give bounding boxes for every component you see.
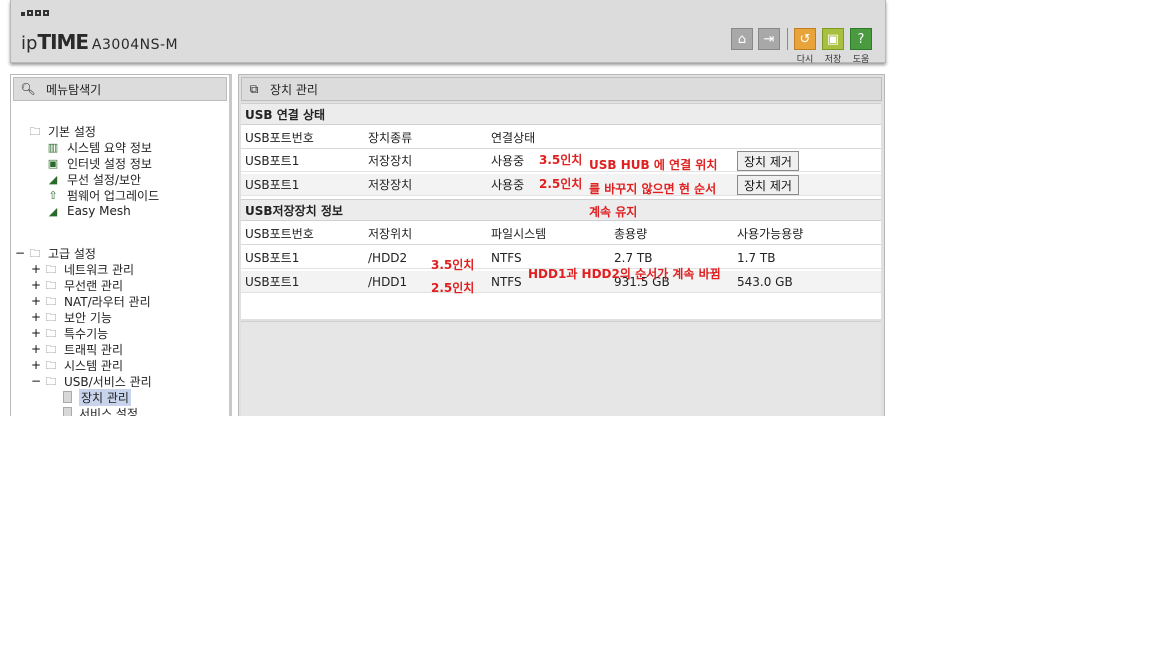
menu-explorer-title: 메뉴탐색기 <box>46 82 102 97</box>
folder-icon: 🗀 <box>45 278 57 292</box>
lock-folder-icon: 🗀 <box>45 310 57 324</box>
menu-explorer-header: 🔍︎ 메뉴탐색기 <box>13 77 227 101</box>
tree-item-wlan[interactable]: + 🗀 무선랜 관리 <box>31 277 123 293</box>
expand-toggle[interactable]: + <box>31 262 41 276</box>
upgrade-icon: ⇧ <box>48 188 58 202</box>
folder-icon: 🗀 <box>29 124 41 138</box>
folder-icon: 🗀 <box>45 358 57 372</box>
annotation-note-order: 를 바꾸지 않으면 현 순서 <box>589 182 717 196</box>
wifi-icon: ◢ <box>48 172 58 186</box>
folder-icon: 🗀 <box>45 342 57 356</box>
annotation-note-keep: 계속 유지 <box>589 205 638 219</box>
model-name: A3004NS-M <box>91 37 179 53</box>
save-icon[interactable]: ▣ <box>822 28 844 50</box>
tree-item-service-settings[interactable]: 서비스 설정 <box>63 405 138 416</box>
toolbar-divider <box>787 28 788 50</box>
tree-item-system-summary[interactable]: ▥ 시스템 요약 정보 <box>45 139 152 155</box>
router-admin-window: ipTIME A3004NS-M ⌂ ⇥ ↺ 다시 ▣ 저장 ? 도움 🔍︎ 메… <box>0 0 890 416</box>
usb-status-header-row: USB포트번호 장치종류 연결상태 <box>241 127 881 149</box>
expand-toggle[interactable]: + <box>31 278 41 292</box>
header-toolbar: ⌂ ⇥ ↺ 다시 ▣ 저장 ? 도움 <box>731 28 878 65</box>
annotation-25-inch: 2.5인치 <box>539 177 583 191</box>
collapse-toggle[interactable]: − <box>31 374 41 388</box>
tree-advanced-settings[interactable]: − 🗀 고급 설정 <box>15 245 96 261</box>
page-title: 장치 관리 <box>270 82 318 97</box>
folder-icon: 🗀 <box>45 326 57 340</box>
tree-item-traffic[interactable]: + 🗀 트래픽 관리 <box>31 341 123 357</box>
folder-icon: 🗀 <box>45 294 57 308</box>
folder-icon: 🗀 <box>45 262 57 276</box>
remove-device-button[interactable]: 장치 제거 <box>737 175 799 195</box>
monitor-icon: ▣ <box>47 156 59 170</box>
page-icon <box>63 407 72 416</box>
help-button[interactable]: ? 도움 <box>850 28 872 65</box>
expand-toggle[interactable]: + <box>31 310 41 324</box>
tree-basic-settings[interactable]: 🗀 기본 설정 <box>27 123 96 139</box>
annotation-note-swap: HDD1과 HDD2의 순서가 계속 바뀜 <box>528 267 721 281</box>
device-content: USB 연결 상태 USB포트번호 장치종류 연결상태 USB포트1 저장장치 … <box>241 103 881 319</box>
tree-item-firmware-upgrade[interactable]: ⇧ 펌웨어 업그레이드 <box>45 187 159 203</box>
folder-icon: 🗀 <box>29 246 41 260</box>
section-storage-info: USB저장장치 정보 <box>241 199 881 221</box>
tree-item-network[interactable]: + 🗀 네트워크 관리 <box>31 261 134 277</box>
tree-item-special[interactable]: + 🗀 특수기능 <box>31 325 108 341</box>
usb-folder-icon: 🗀 <box>45 374 57 388</box>
reload-icon[interactable]: ↺ <box>794 28 816 50</box>
storage-header-row: USB포트번호 저장위치 파일시스템 총용량 사용가능용량 <box>241 223 881 245</box>
logout-icon[interactable]: ⇥ <box>758 28 780 50</box>
annotation-25-inch: 2.5인치 <box>431 281 475 295</box>
tree-item-nat-router[interactable]: + 🗀 NAT/라우터 관리 <box>31 293 151 309</box>
annotation-note-hub: USB HUB 에 연결 위치 <box>589 158 718 172</box>
reload-label: 다시 <box>796 55 814 65</box>
reload-button[interactable]: ↺ 다시 <box>794 28 816 65</box>
logo-mark <box>21 10 49 16</box>
help-icon[interactable]: ? <box>850 28 872 50</box>
tree-item-system[interactable]: + 🗀 시스템 관리 <box>31 357 123 373</box>
home-icon[interactable]: ⌂ <box>731 28 753 50</box>
save-button[interactable]: ▣ 저장 <box>822 28 844 65</box>
mesh-icon: ◢ <box>48 204 58 218</box>
save-label: 저장 <box>824 55 842 65</box>
annotation-35-inch: 3.5인치 <box>539 153 583 167</box>
tree-item-security[interactable]: + 🗀 보안 기능 <box>31 309 112 325</box>
bar-chart-icon: ▥ <box>47 140 59 154</box>
tree-item-usb-service[interactable]: − 🗀 USB/서비스 관리 <box>31 373 152 389</box>
main-panel-header: ⧉ 장치 관리 <box>241 77 882 101</box>
expand-toggle[interactable]: + <box>31 294 41 308</box>
menu-explorer: 🔍︎ 메뉴탐색기 🗀 기본 설정 ▥ 시스템 요약 정보 ▣ 인터넷 설정 정보… <box>10 74 232 416</box>
magnifier-icon: 🔍︎ <box>20 82 36 96</box>
tree-item-internet-info[interactable]: ▣ 인터넷 설정 정보 <box>45 155 152 171</box>
remove-device-button[interactable]: 장치 제거 <box>737 151 799 171</box>
expand-toggle[interactable]: + <box>31 342 41 356</box>
tree-item-device-management[interactable]: 장치 관리 <box>63 388 131 406</box>
empty-panel-area <box>241 321 881 416</box>
expand-toggle[interactable]: + <box>31 326 41 340</box>
page-icon <box>63 391 72 403</box>
tree-item-wireless-security[interactable]: ◢ 무선 설정/보안 <box>45 171 141 187</box>
annotation-35-inch: 3.5인치 <box>431 258 475 272</box>
section-usb-status: USB 연결 상태 <box>241 103 881 125</box>
expand-toggle[interactable]: + <box>31 358 41 372</box>
collapse-toggle[interactable]: − <box>15 246 25 260</box>
brand-logo: ipTIME A3004NS-M <box>21 30 179 54</box>
windows-icon: ⧉ <box>249 81 259 96</box>
help-label: 도움 <box>852 55 870 65</box>
header-bar: ipTIME A3004NS-M ⌂ ⇥ ↺ 다시 ▣ 저장 ? 도움 <box>10 0 886 65</box>
tree-item-easy-mesh[interactable]: ◢ Easy Mesh <box>45 203 131 219</box>
main-panel: ⧉ 장치 관리 USB 연결 상태 USB포트번호 장치종류 연결상태 USB포… <box>238 74 885 416</box>
